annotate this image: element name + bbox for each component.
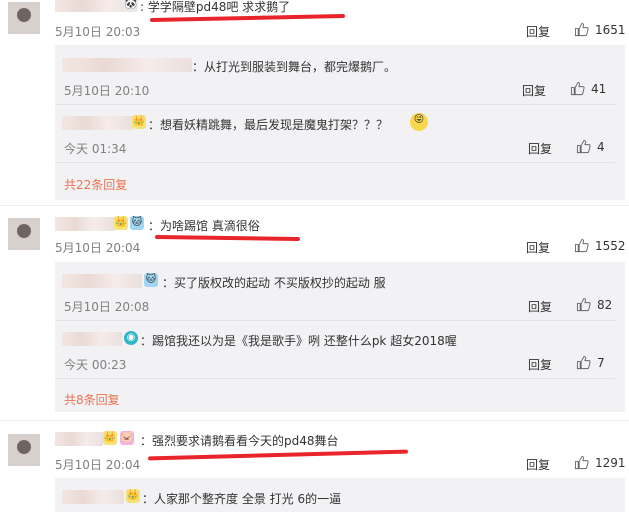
comment-time: 5月10日 20:04 (55, 458, 141, 472)
emoji-icon: 🐱 (130, 216, 144, 230)
thumbs-up-icon (576, 139, 591, 154)
reply-button[interactable]: 回复 (528, 298, 552, 315)
like-count: 82 (597, 297, 613, 312)
reply-button[interactable]: 回复 (526, 456, 550, 473)
like-count: 1291 (595, 455, 626, 470)
avatar[interactable] (8, 2, 40, 34)
thumbs-up-icon (576, 355, 591, 370)
username-blurred[interactable] (62, 490, 124, 504)
divider (55, 378, 615, 379)
username-blurred[interactable] (62, 274, 142, 288)
like-button[interactable]: 4 (576, 139, 605, 154)
annotation-underline (149, 13, 346, 23)
like-count: 1552 (595, 238, 626, 253)
reply-button[interactable]: 回复 (522, 82, 546, 99)
more-replies-link[interactable]: 共8条回复 (64, 391, 120, 408)
divider (55, 104, 615, 105)
username-blurred[interactable] (55, 432, 103, 446)
username-blurred[interactable] (62, 116, 132, 130)
emoji-icon: 👑 (103, 431, 117, 445)
like-button[interactable]: 7 (576, 355, 605, 370)
reply-text: ：从打光到服装到舞台，都完爆鹅厂。 (192, 60, 397, 74)
divider (55, 162, 615, 163)
username-blurred[interactable] (62, 332, 122, 346)
emoji-icon: 🐼 (124, 0, 138, 12)
username-blurred[interactable] (55, 217, 115, 231)
more-replies-link[interactable]: 共22条回复 (64, 176, 127, 193)
username-blurred[interactable] (62, 58, 192, 72)
thumbs-up-icon (574, 238, 589, 253)
reply-text: ：踢馆我还以为是《我是歌手》咧 还整什么pk 超女2018喔 (140, 334, 457, 348)
emoji-icon: 😜 (410, 113, 428, 131)
like-button[interactable]: 82 (576, 297, 612, 312)
divider (0, 420, 629, 421)
like-button[interactable]: 1552 (574, 238, 626, 253)
comment-text: ：强烈要求请鹅看看今天的pd48舞台 (140, 434, 339, 448)
like-count: 7 (597, 355, 605, 370)
thumbs-up-icon (574, 455, 589, 470)
reply-button[interactable]: 回复 (528, 140, 552, 157)
reply-button[interactable]: 回复 (526, 239, 550, 256)
like-count: 1651 (595, 22, 626, 37)
avatar[interactable] (8, 218, 40, 250)
comment-text: : 学学隔壁pd48吧 求求鹅了 (140, 0, 291, 14)
reply-time: 5月10日 20:08 (64, 300, 150, 314)
emoji-icon: ◉ (124, 331, 138, 345)
like-count: 4 (597, 139, 605, 154)
reply-button[interactable]: 回复 (528, 356, 552, 373)
avatar[interactable] (8, 434, 40, 466)
emoji-icon: 👑 (126, 489, 140, 503)
divider (0, 205, 629, 206)
annotation-underline (147, 449, 409, 461)
reply-time: 5月10日 20:10 (64, 84, 150, 98)
reply-time: 今天 01:34 (64, 142, 127, 156)
emoji-icon: 🐷 (120, 431, 134, 445)
reply-time: 今天 00:23 (64, 358, 127, 372)
like-button[interactable]: 1651 (574, 22, 626, 37)
comment-time: 5月10日 20:04 (55, 241, 141, 255)
like-button[interactable]: 1291 (574, 455, 626, 470)
like-count: 41 (591, 81, 607, 96)
thumbs-up-icon (574, 22, 589, 37)
emoji-icon: 🐱 (144, 273, 158, 287)
like-button[interactable]: 41 (570, 81, 606, 96)
reply-button[interactable]: 回复 (526, 23, 550, 40)
annotation-underline (154, 234, 301, 242)
thumbs-up-icon (576, 297, 591, 312)
thumbs-up-icon (570, 81, 585, 96)
emoji-icon: 👑 (132, 115, 146, 129)
reply-text: ：想看妖精跳舞，最后发现是魔鬼打架？？？ (148, 118, 389, 132)
reply-text: ：人家那个整齐度 全景 打光 6的一逼 (142, 492, 342, 506)
comment-text: ：为啥踢馆 真滴很俗 (148, 219, 260, 233)
reply-text: ：买了版权改的起动 不买版权抄的起动 服 (162, 276, 386, 290)
comment-time: 5月10日 20:03 (55, 25, 141, 39)
emoji-icon: 👑 (114, 216, 128, 230)
divider (55, 320, 615, 321)
